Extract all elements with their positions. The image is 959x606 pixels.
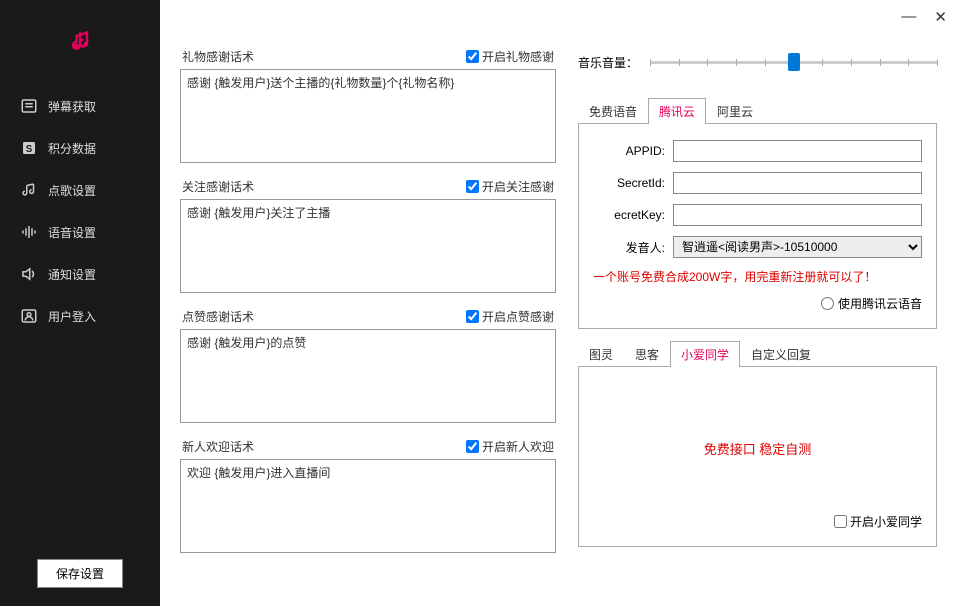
nav-item-song[interactable]: 点歌设置 [0, 169, 160, 211]
nav-label: 弹幕获取 [48, 98, 96, 115]
like-checkbox[interactable]: 开启点赞感谢 [466, 308, 554, 325]
reply-section: 图灵 思客 小爱同学 自定义回复 免费接口 稳定自测 开启小爱同学 [578, 341, 937, 547]
volume-thumb[interactable] [788, 53, 800, 71]
sidebar: 弹幕获取 S 积分数据 点歌设置 语音设置 通知设置 用户登入 [0, 0, 160, 606]
nav-item-notify[interactable]: 通知设置 [0, 253, 160, 295]
welcome-block: 新人欢迎话术 开启新人欢迎 [180, 438, 556, 556]
gift-checkbox[interactable]: 开启礼物感谢 [466, 48, 554, 65]
tencent-panel: APPID: SecretId: ecretKey: 发音人: [578, 124, 937, 329]
nav-list: 弹幕获取 S 积分数据 点歌设置 语音设置 通知设置 用户登入 [0, 85, 160, 541]
minimize-button[interactable]: — [901, 8, 916, 26]
xiaoai-panel: 免费接口 稳定自测 开启小爱同学 [578, 367, 937, 547]
save-button[interactable]: 保存设置 [37, 559, 123, 588]
follow-textarea[interactable] [180, 199, 556, 293]
tencent-note: 一个账号免费合成200W字，用完重新注册就可以了！ [593, 268, 922, 285]
waveform-icon [20, 223, 38, 241]
voice-label: 发音人: [593, 239, 665, 256]
secretkey-input[interactable] [673, 204, 922, 226]
speaker-icon [20, 265, 38, 283]
reply-tabs: 图灵 思客 小爱同学 自定义回复 [578, 341, 937, 367]
tab-free-tts[interactable]: 免费语音 [578, 98, 648, 124]
gift-title: 礼物感谢话术 [182, 48, 254, 65]
welcome-textarea[interactable] [180, 459, 556, 553]
welcome-title: 新人欢迎话术 [182, 438, 254, 455]
tab-sike[interactable]: 思客 [624, 341, 670, 367]
main-content: — ✕ 礼物感谢话术 开启礼物感谢 关注感谢话术 开启关注感谢 点 [160, 0, 959, 606]
window-controls: — ✕ [901, 8, 947, 26]
like-textarea[interactable] [180, 329, 556, 423]
tab-tencent[interactable]: 腾讯云 [648, 98, 706, 124]
like-title: 点赞感谢话术 [182, 308, 254, 325]
nav-item-voice[interactable]: 语音设置 [0, 211, 160, 253]
nav-item-login[interactable]: 用户登入 [0, 295, 160, 337]
secretkey-label: ecretKey: [593, 208, 665, 222]
tab-xiaoai[interactable]: 小爱同学 [670, 341, 740, 367]
nav-label: 通知设置 [48, 266, 96, 283]
volume-label: 音乐音量： [578, 54, 638, 71]
user-icon [20, 307, 38, 325]
follow-checkbox[interactable]: 开启关注感谢 [466, 178, 554, 195]
use-tencent-radio[interactable]: 使用腾讯云语音 [593, 295, 922, 312]
app-logo [0, 0, 160, 85]
tab-tuling[interactable]: 图灵 [578, 341, 624, 367]
nav-item-points[interactable]: S 积分数据 [0, 127, 160, 169]
volume-slider[interactable] [650, 52, 937, 72]
nav-label: 用户登入 [48, 308, 96, 325]
welcome-checkbox[interactable]: 开启新人欢迎 [466, 438, 554, 455]
xiaoai-message: 免费接口 稳定自测 [704, 439, 812, 458]
follow-title: 关注感谢话术 [182, 178, 254, 195]
follow-block: 关注感谢话术 开启关注感谢 [180, 178, 556, 296]
nav-item-danmu[interactable]: 弹幕获取 [0, 85, 160, 127]
like-block: 点赞感谢话术 开启点赞感谢 [180, 308, 556, 426]
nav-label: 点歌设置 [48, 182, 96, 199]
nav-label: 语音设置 [48, 224, 96, 241]
s-icon: S [20, 139, 38, 157]
appid-label: APPID: [593, 144, 665, 158]
volume-row: 音乐音量： [578, 48, 937, 86]
tts-tabs: 免费语音 腾讯云 阿里云 [578, 98, 937, 124]
gift-block: 礼物感谢话术 开启礼物感谢 [180, 48, 556, 166]
tab-custom-reply[interactable]: 自定义回复 [740, 341, 822, 367]
close-button[interactable]: ✕ [934, 8, 947, 26]
gift-textarea[interactable] [180, 69, 556, 163]
xiaoai-checkbox[interactable]: 开启小爱同学 [834, 513, 922, 530]
music-icon [20, 181, 38, 199]
tts-section: 免费语音 腾讯云 阿里云 APPID: SecretId: ecretKey: [578, 98, 937, 329]
appid-input[interactable] [673, 140, 922, 162]
secretid-input[interactable] [673, 172, 922, 194]
voice-select[interactable]: 智逍遥<阅读男声>-10510000 [673, 236, 922, 258]
secretid-label: SecretId: [593, 176, 665, 190]
svg-text:S: S [26, 144, 33, 155]
nav-label: 积分数据 [48, 140, 96, 157]
tab-aliyun[interactable]: 阿里云 [706, 98, 764, 124]
list-icon [20, 97, 38, 115]
